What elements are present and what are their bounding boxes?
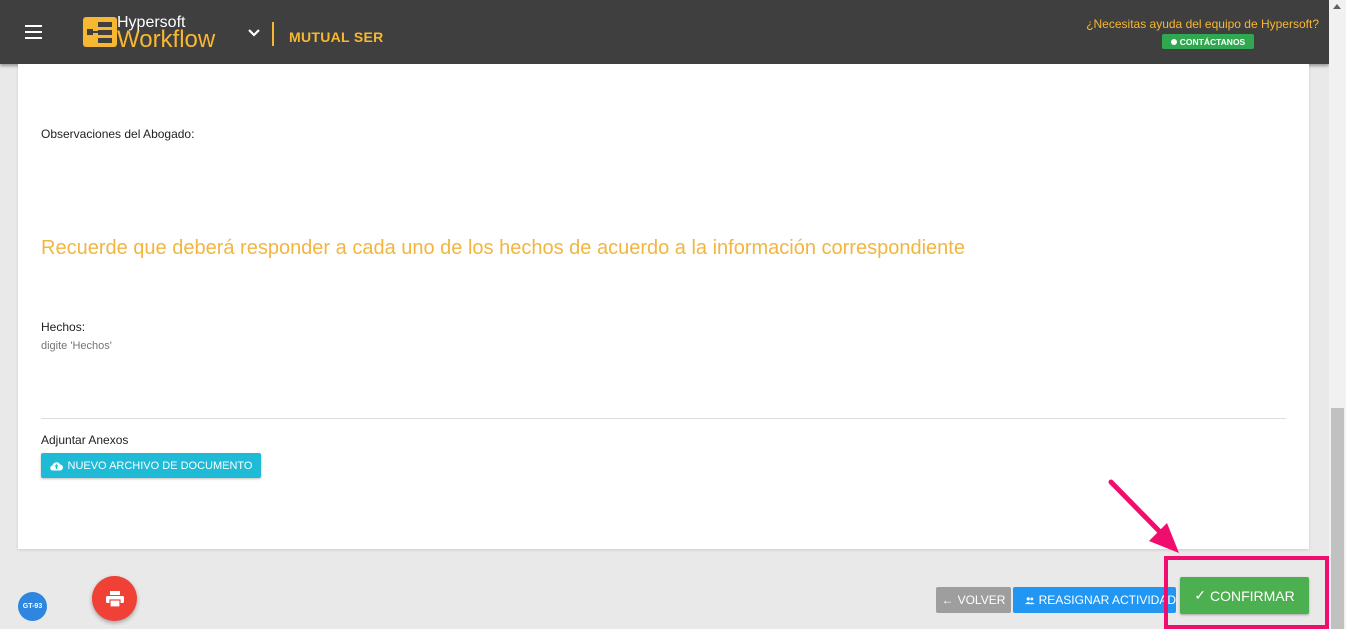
back-label: VOLVER bbox=[957, 593, 1006, 607]
hechos-label: Hechos: bbox=[41, 320, 86, 334]
upload-document-button[interactable]: NUEVO ARCHIVO DE DOCUMENTO bbox=[41, 453, 261, 478]
hechos-input[interactable] bbox=[41, 340, 641, 352]
back-button[interactable]: ← VOLVER bbox=[936, 587, 1011, 613]
reminder-heading: Recuerde que deberá responder a cada uno… bbox=[41, 237, 965, 259]
pointer-arrow-icon bbox=[1108, 479, 1179, 553]
chevron-down-icon[interactable] bbox=[247, 28, 261, 38]
scroll-thumb[interactable] bbox=[1331, 408, 1344, 629]
anexos-label: Adjuntar Anexos bbox=[41, 433, 129, 447]
help-text: ¿Necesitas ayuda del equipo de Hypersoft… bbox=[1086, 17, 1319, 31]
brand-main-text: Workflow bbox=[117, 26, 216, 53]
user-badge[interactable]: GT-93 bbox=[18, 592, 47, 621]
observaciones-label: Observaciones del Abogado: bbox=[41, 127, 195, 141]
reassign-button[interactable]: REASIGNAR ACTIVIDAD bbox=[1013, 587, 1176, 613]
divider bbox=[41, 418, 1286, 419]
confirm-label: CONFIRMAR bbox=[1209, 587, 1295, 604]
people-icon bbox=[1025, 596, 1035, 604]
reassign-label: REASIGNAR ACTIVIDAD bbox=[1038, 593, 1176, 607]
cloud-upload-icon bbox=[49, 461, 63, 471]
menu-icon[interactable] bbox=[25, 25, 42, 39]
top-header: Hypersoft Workflow MUTUAL SER ¿Necesitas… bbox=[0, 0, 1329, 64]
arrow-left-icon: ← bbox=[941, 593, 954, 607]
contact-button[interactable]: CONTÁCTANOS bbox=[1162, 34, 1254, 49]
brand-separator bbox=[272, 22, 274, 46]
check-icon: ✓ bbox=[1194, 587, 1206, 603]
status-dot-icon bbox=[1170, 38, 1177, 45]
workflow-logo-icon bbox=[83, 17, 117, 47]
company-name: MUTUAL SER bbox=[289, 29, 384, 45]
scroll-up-arrow-icon[interactable] bbox=[1333, 4, 1341, 9]
print-button[interactable] bbox=[92, 576, 137, 621]
contact-label: CONTÁCTANOS bbox=[1179, 36, 1246, 47]
upload-label: NUEVO ARCHIVO DE DOCUMENTO bbox=[67, 459, 253, 472]
confirm-button[interactable]: ✓ CONFIRMAR bbox=[1180, 577, 1309, 614]
vertical-scrollbar[interactable] bbox=[1329, 0, 1346, 629]
printer-icon bbox=[105, 590, 124, 607]
